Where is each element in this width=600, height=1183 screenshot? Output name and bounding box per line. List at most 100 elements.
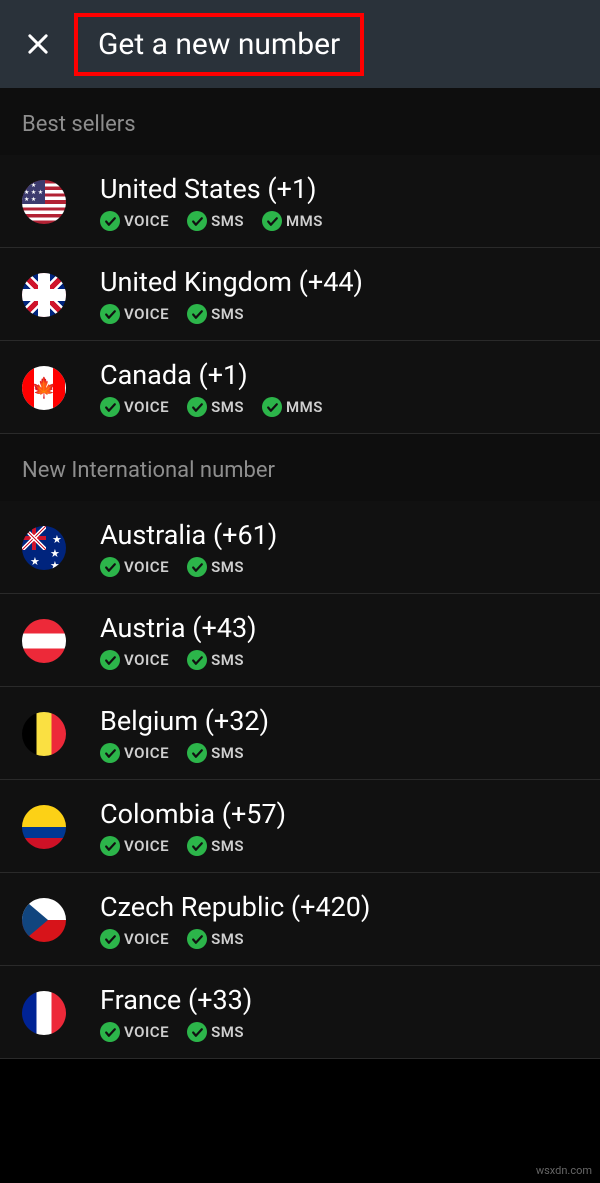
- item-content: United States (+1) VOICE SMS MMS: [100, 173, 323, 231]
- country-label: Austria (+43): [100, 612, 257, 644]
- flag-icon: [22, 991, 66, 1035]
- feature-label: SMS: [211, 1023, 244, 1041]
- title-highlight-box: Get a new number: [74, 13, 364, 76]
- check-icon: [187, 557, 207, 577]
- feature-label: MMS: [286, 398, 323, 416]
- section-header: New International number: [0, 434, 600, 501]
- feature-badge: VOICE: [100, 836, 169, 856]
- country-label: Belgium (+32): [100, 705, 269, 737]
- check-icon: [100, 304, 120, 324]
- country-label: Australia (+61): [100, 519, 277, 551]
- item-content: Austria (+43) VOICE SMS: [100, 612, 257, 670]
- feature-badge: VOICE: [100, 397, 169, 417]
- flag-icon: [22, 366, 66, 410]
- feature-badge: VOICE: [100, 304, 169, 324]
- feature-label: MMS: [286, 212, 323, 230]
- feature-label: SMS: [211, 930, 244, 948]
- item-content: United Kingdom (+44) VOICE SMS: [100, 266, 363, 324]
- item-content: Czech Republic (+420) VOICE SMS: [100, 891, 370, 949]
- feature-badge: SMS: [187, 929, 244, 949]
- feature-label: SMS: [211, 305, 244, 323]
- feature-badge: SMS: [187, 397, 244, 417]
- feature-badge: VOICE: [100, 1022, 169, 1042]
- feature-badge: VOICE: [100, 929, 169, 949]
- check-icon: [187, 836, 207, 856]
- feature-badge: SMS: [187, 650, 244, 670]
- check-icon: [100, 743, 120, 763]
- feature-label: VOICE: [124, 212, 169, 230]
- country-list-item[interactable]: Canada (+1)VOICESMSMMS: [0, 341, 600, 434]
- feature-badge: SMS: [187, 557, 244, 577]
- country-label: United States (+1): [100, 173, 323, 205]
- features-row: VOICE SMS: [100, 929, 370, 949]
- country-label: United Kingdom (+44): [100, 266, 363, 298]
- check-icon: [262, 397, 282, 417]
- country-list-item[interactable]: United Kingdom (+44) VOICE SMS: [0, 248, 600, 341]
- check-icon: [187, 743, 207, 763]
- item-content: Australia (+61) VOICE SMS: [100, 519, 277, 577]
- country-list-item[interactable]: Belgium (+32) VOICE SMS: [0, 687, 600, 780]
- flag-icon: [22, 180, 66, 224]
- country-label: Colombia (+57): [100, 798, 286, 830]
- feature-label: SMS: [211, 651, 244, 669]
- feature-label: SMS: [211, 212, 244, 230]
- feature-label: VOICE: [124, 398, 169, 416]
- features-row: VOICE SMS: [100, 650, 257, 670]
- feature-label: SMS: [211, 398, 244, 416]
- check-icon: [100, 211, 120, 231]
- feature-badge: SMS: [187, 743, 244, 763]
- app-header: Get a new number: [0, 0, 600, 88]
- feature-badge: SMS: [187, 836, 244, 856]
- feature-label: VOICE: [124, 837, 169, 855]
- feature-label: VOICE: [124, 651, 169, 669]
- check-icon: [100, 929, 120, 949]
- check-icon: [100, 1022, 120, 1042]
- flag-icon: [22, 805, 66, 849]
- features-row: VOICE SMS: [100, 743, 269, 763]
- check-icon: [100, 836, 120, 856]
- close-icon[interactable]: [20, 26, 56, 62]
- feature-label: SMS: [211, 837, 244, 855]
- features-row: VOICE SMS: [100, 836, 286, 856]
- feature-badge: VOICE: [100, 557, 169, 577]
- feature-badge: VOICE: [100, 650, 169, 670]
- feature-label: SMS: [211, 558, 244, 576]
- features-row: VOICE SMS: [100, 557, 277, 577]
- item-content: Canada (+1)VOICESMSMMS: [100, 359, 323, 417]
- feature-label: VOICE: [124, 930, 169, 948]
- check-icon: [100, 397, 120, 417]
- flag-icon: [22, 898, 66, 942]
- feature-badge: MMS: [262, 211, 323, 231]
- check-icon: [262, 211, 282, 231]
- country-list-item[interactable]: Colombia (+57) VOICE SMS: [0, 780, 600, 873]
- check-icon: [100, 557, 120, 577]
- country-list-item[interactable]: France (+33) VOICE SMS: [0, 966, 600, 1059]
- country-list: United States (+1) VOICE SMS MMS United King…: [0, 155, 600, 434]
- check-icon: [187, 650, 207, 670]
- feature-label: VOICE: [124, 744, 169, 762]
- item-content: Colombia (+57) VOICE SMS: [100, 798, 286, 856]
- check-icon: [100, 650, 120, 670]
- country-list-item[interactable]: Austria (+43) VOICE SMS: [0, 594, 600, 687]
- check-icon: [187, 1022, 207, 1042]
- feature-label: VOICE: [124, 305, 169, 323]
- features-row: VOICE SMS MMS: [100, 211, 323, 231]
- country-label: Czech Republic (+420): [100, 891, 370, 923]
- country-list-item[interactable]: Australia (+61) VOICE SMS: [0, 501, 600, 594]
- flag-icon: [22, 712, 66, 756]
- feature-label: SMS: [211, 744, 244, 762]
- features-row: VOICE SMS: [100, 304, 363, 324]
- country-list: Australia (+61) VOICE SMS Austria (+43) VOIC…: [0, 501, 600, 1059]
- features-row: VOICE SMS MMS: [100, 397, 323, 417]
- check-icon: [187, 211, 207, 231]
- country-list-item[interactable]: United States (+1) VOICE SMS MMS: [0, 155, 600, 248]
- item-content: France (+33) VOICE SMS: [100, 984, 252, 1042]
- flag-icon: [22, 526, 66, 570]
- item-content: Belgium (+32) VOICE SMS: [100, 705, 269, 763]
- check-icon: [187, 929, 207, 949]
- country-label: France (+33): [100, 984, 252, 1016]
- check-icon: [187, 304, 207, 324]
- country-list-item[interactable]: Czech Republic (+420) VOICE SMS: [0, 873, 600, 966]
- feature-badge: SMS: [187, 211, 244, 231]
- feature-badge: SMS: [187, 1022, 244, 1042]
